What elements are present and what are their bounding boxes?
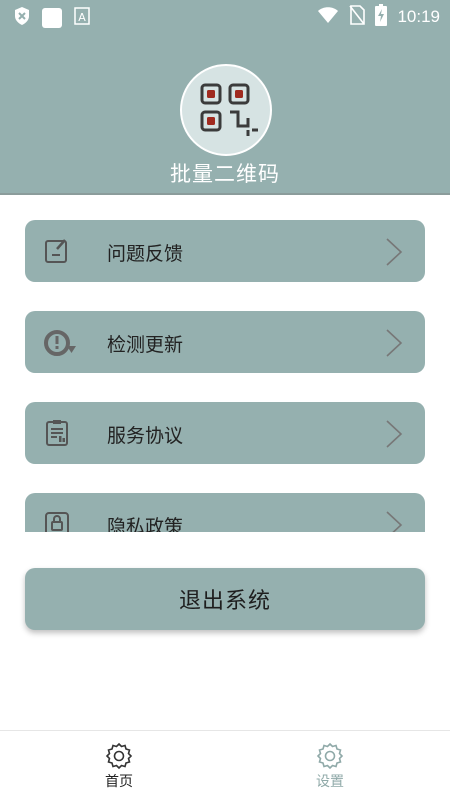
bottom-nav: 首页 设置 — [0, 730, 450, 801]
font-a-icon: A — [74, 7, 90, 29]
gear-icon — [79, 741, 159, 769]
menu-item-label: 问题反馈 — [107, 243, 184, 265]
menu-item-label: 隐私政策 — [107, 516, 184, 532]
svg-text:A: A — [78, 11, 86, 24]
menu-item-check-update[interactable]: 检测更新 — [25, 311, 425, 373]
chevron-right-icon — [385, 419, 403, 449]
tab-home-label: 首页 — [105, 774, 133, 790]
logout-button[interactable]: 退出系统 — [25, 568, 425, 630]
battery-charging-icon — [375, 4, 388, 30]
menu-item-feedback[interactable]: 问题反馈 — [25, 220, 425, 282]
menu-item-label: 服务协议 — [107, 425, 184, 447]
feedback-edit-icon — [43, 237, 71, 265]
wifi-icon — [317, 6, 339, 28]
clipboard-doc-icon — [43, 419, 71, 447]
no-sim-icon — [349, 5, 366, 29]
avatar[interactable] — [180, 64, 272, 156]
tab-settings-label: 设置 — [316, 774, 344, 790]
menu-item-service-agreement[interactable]: 服务协议 — [25, 402, 425, 464]
status-bar: A 10:19 — [0, 0, 450, 32]
shield-x-icon — [14, 6, 30, 30]
menu-item-label: 检测更新 — [107, 334, 184, 356]
chevron-right-icon — [385, 510, 403, 532]
privacy-lock-icon — [43, 510, 71, 532]
chevron-right-icon — [385, 328, 403, 358]
status-time: 10:19 — [397, 7, 440, 26]
menu-item-privacy-policy[interactable]: 隐私政策 — [25, 493, 425, 532]
app-title: 批量二维码 — [170, 162, 280, 186]
header: A 10:19 批量二维码 — [0, 0, 450, 195]
gear-icon — [290, 741, 370, 769]
chevron-right-icon — [385, 237, 403, 267]
app-square-icon — [42, 8, 62, 28]
update-refresh-icon — [43, 328, 76, 356]
tab-settings[interactable]: 设置 — [290, 741, 370, 791]
settings-menu[interactable]: 问题反馈 检测更新 服务协议 隐私政策 — [0, 195, 450, 532]
tab-home[interactable]: 首页 — [79, 741, 159, 791]
